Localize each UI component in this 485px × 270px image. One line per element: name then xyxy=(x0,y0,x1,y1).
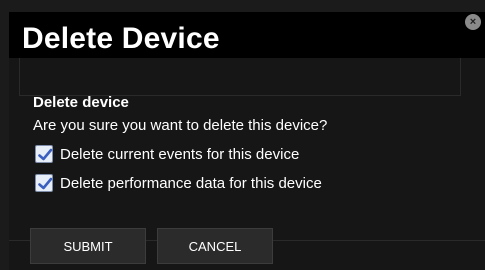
option-label-delete-performance: Delete performance data for this device xyxy=(60,174,322,192)
dialog-titlebar: Delete Device xyxy=(9,12,485,58)
option-delete-performance[interactable]: Delete performance data for this device xyxy=(35,173,322,193)
cancel-button[interactable]: CANCEL xyxy=(157,228,273,264)
delete-device-dialog: Delete Device × Delete device Are you su… xyxy=(0,0,485,270)
option-delete-events[interactable]: Delete current events for this device xyxy=(35,144,299,164)
checkbox-delete-events[interactable] xyxy=(35,145,53,163)
submit-button[interactable]: SUBMIT xyxy=(30,228,146,264)
close-icon[interactable]: × xyxy=(465,14,481,30)
section-heading: Delete device xyxy=(33,94,129,111)
option-label-delete-events: Delete current events for this device xyxy=(60,145,300,163)
checkbox-delete-performance[interactable] xyxy=(35,174,53,192)
dialog-title: Delete Device xyxy=(22,22,220,55)
body-divider xyxy=(19,58,461,96)
confirm-question: Are you sure you want to delete this dev… xyxy=(33,117,328,134)
